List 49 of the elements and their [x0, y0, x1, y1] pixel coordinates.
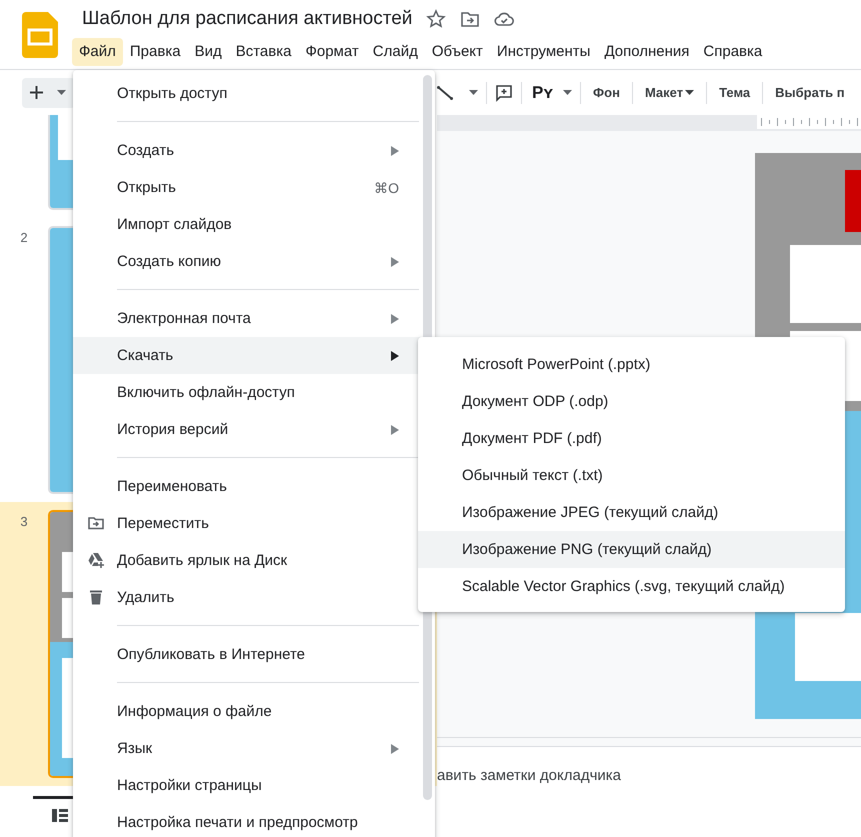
menu-item[interactable]: Информация о файле [73, 693, 435, 730]
menu-item[interactable]: Справка [696, 38, 770, 66]
drive-shortcut-icon [87, 551, 105, 569]
menu-item[interactable]: Опубликовать в Интернете [73, 636, 435, 673]
caret-icon[interactable] [57, 90, 66, 96]
menu-item[interactable]: Дополнения [597, 38, 696, 66]
line-tool-icon[interactable] [437, 86, 453, 100]
slide-number: 2 [20, 230, 28, 245]
menu-item[interactable]: Формат [298, 38, 366, 66]
format-button[interactable]: Pʏ [530, 80, 556, 104]
menu-item[interactable]: Открыть ⌘O [73, 169, 435, 206]
menu-item[interactable]: Scalable Vector Graphics (.svg, текущий слайд) [418, 568, 845, 605]
menu-item[interactable]: Настройка печати и предпросмотр [73, 804, 435, 837]
slide-number: 3 [20, 514, 28, 529]
menu-item[interactable]: Импорт слайдов [73, 206, 435, 243]
folder-move-icon [87, 514, 105, 532]
menu-item[interactable]: Файл [72, 38, 123, 66]
menu-item[interactable]: Электронная почта [73, 300, 435, 337]
toolbar-button[interactable]: Фон [589, 81, 624, 104]
menu-item[interactable]: Инструменты [490, 38, 598, 66]
menu-item[interactable]: Настройки страницы [73, 767, 435, 804]
caret-icon[interactable] [469, 90, 478, 96]
menu-item[interactable]: Создать копию [73, 243, 435, 280]
new-slide-button[interactable] [22, 78, 75, 108]
menu-item[interactable]: Правка [122, 38, 188, 66]
menu-item[interactable]: Изображение PNG (текущий слайд) [418, 531, 845, 568]
menu-item[interactable]: Язык [73, 730, 435, 767]
menu-item[interactable]: Вид [188, 38, 229, 66]
plus-icon [30, 86, 43, 99]
folder-move-icon[interactable] [460, 9, 480, 29]
menu-item[interactable]: Слайд [366, 38, 425, 66]
filmstrip-view-icon[interactable] [52, 809, 68, 822]
menu-item[interactable]: Объект [424, 38, 490, 66]
star-icon[interactable] [426, 9, 446, 29]
shortcut-label: ⌘O [374, 180, 399, 196]
menu-item[interactable]: Открыть доступ [73, 75, 435, 112]
menu-item[interactable]: Создать [73, 132, 435, 169]
document-title[interactable]: Шаблон для расписания активностей [82, 8, 412, 30]
menu-item[interactable]: Изображение JPEG (текущий слайд) [418, 494, 845, 531]
menu-item[interactable]: Вставка [228, 38, 298, 66]
toolbar-button[interactable]: Выбрать п [771, 81, 849, 104]
toolbar-button[interactable]: Макет [640, 81, 698, 104]
toolbar-button[interactable]: Тема [715, 81, 754, 104]
speaker-notes-hint[interactable]: авить заметки докладчика [437, 767, 621, 784]
add-comment-icon[interactable] [495, 84, 513, 102]
trash-icon [87, 588, 105, 606]
caret-icon [685, 90, 694, 96]
caret-icon[interactable] [563, 90, 572, 96]
menu-item[interactable]: Обычный текст (.txt) [418, 457, 845, 494]
